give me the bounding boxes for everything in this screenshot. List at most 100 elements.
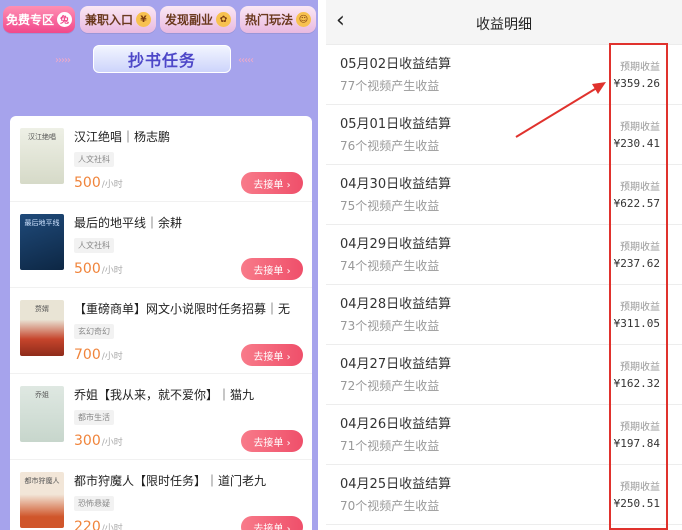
book-cover: 最后地平线: [20, 214, 64, 270]
banner-deco-right: ‹‹‹‹‹: [238, 55, 254, 66]
pill-discover-sidejob[interactable]: 发现副业 ✿: [160, 6, 236, 33]
category-bar: 免费专区 兔 兼职入口 ¥ 发现副业 ✿ 热门玩法 ☺: [0, 0, 318, 42]
book-cover: 赘婿: [20, 300, 64, 356]
expected-amount: ¥237.62: [613, 257, 660, 270]
earnings-row[interactable]: 04月30日收益结算 75个视频产生收益 预期收益 ¥622.57: [326, 165, 682, 225]
expected-label: 预期收益: [620, 182, 660, 193]
grab-order-button[interactable]: 去接单 ›: [241, 258, 303, 280]
earnings-row[interactable]: 04月25日收益结算 70个视频产生收益 预期收益 ¥250.51: [326, 465, 682, 525]
task-item[interactable]: 最后地平线 最后的地平线｜余耕 人文社科 500/小时 去接单 ›: [10, 202, 312, 288]
smile-icon: ☺: [296, 12, 311, 27]
task-price: 500/小时: [74, 261, 123, 277]
coin-icon: ¥: [136, 12, 151, 27]
book-cover: 都市狩魔人: [20, 472, 64, 528]
price-value: 700: [74, 347, 101, 363]
video-count: 76个视频产生收益: [340, 139, 440, 153]
pill-parttime-entry[interactable]: 兼职入口 ¥: [80, 6, 156, 33]
task-list: 汉江绝唱 汉江绝唱｜杨志鹏 人文社科 500/小时 去接单 › 最后地平线 最后…: [10, 116, 312, 530]
expected-label: 预期收益: [620, 242, 660, 253]
expected-amount: ¥162.32: [613, 377, 660, 390]
video-count: 70个视频产生收益: [340, 499, 440, 513]
earnings-row[interactable]: 04月29日收益结算 74个视频产生收益 预期收益 ¥237.62: [326, 225, 682, 285]
task-price: 300/小时: [74, 433, 123, 449]
grab-order-button[interactable]: 去接单 ›: [241, 344, 303, 366]
expected-amount: ¥230.41: [613, 137, 660, 150]
book-cover-text: 乔姐: [35, 391, 49, 399]
video-count: 75个视频产生收益: [340, 199, 440, 213]
section-title: 抄书任务: [127, 51, 196, 70]
settlement-date: 04月27日收益结算: [340, 357, 452, 372]
price-value: 220: [74, 519, 101, 530]
settlement-date: 04月29日收益结算: [340, 237, 452, 252]
book-cover-text: 最后地平线: [24, 219, 60, 227]
video-count: 72个视频产生收益: [340, 379, 440, 393]
price-unit: /小时: [101, 524, 123, 530]
price-unit: /小时: [101, 438, 123, 448]
section-banner: 抄书任务: [93, 45, 231, 73]
settlement-date: 04月26日收益结算: [340, 417, 452, 432]
task-title: 汉江绝唱｜杨志鹏: [74, 130, 171, 144]
settlement-date: 04月25日收益结算: [340, 477, 452, 492]
video-count: 74个视频产生收益: [340, 259, 440, 273]
pill-label: 发现副业: [164, 13, 213, 27]
expected-amount: ¥311.05: [613, 317, 660, 330]
pill-label: 兼职入口: [84, 13, 133, 27]
settlement-date: 04月28日收益结算: [340, 297, 452, 312]
task-price: 500/小时: [74, 175, 123, 191]
task-item[interactable]: 汉江绝唱 汉江绝唱｜杨志鹏 人文社科 500/小时 去接单 ›: [10, 116, 312, 202]
task-title: 乔姐【我从来，就不爱你】｜猫九: [74, 388, 255, 402]
gift-icon: ✿: [216, 12, 231, 27]
price-value: 300: [74, 433, 101, 449]
earnings-row[interactable]: 04月26日收益结算 71个视频产生收益 预期收益 ¥197.84: [326, 405, 682, 465]
pill-hot-play[interactable]: 热门玩法 ☺: [240, 6, 316, 33]
task-tag: 玄幻奇幻: [74, 324, 114, 339]
earnings-panel: ‹ 收益明细 05月02日收益结算 77个视频产生收益 预期收益 ¥359.26…: [326, 0, 682, 530]
earnings-row[interactable]: 04月28日收益结算 73个视频产生收益 预期收益 ¥311.05: [326, 285, 682, 345]
expected-label: 预期收益: [620, 62, 660, 73]
grab-order-button[interactable]: 去接单 ›: [241, 172, 303, 194]
earnings-row[interactable]: 05月01日收益结算 76个视频产生收益 预期收益 ¥230.41: [326, 105, 682, 165]
banner-deco-left: ›››››: [55, 55, 71, 66]
page-title: 收益明细: [476, 17, 532, 33]
expected-label: 预期收益: [620, 362, 660, 373]
expected-label: 预期收益: [620, 422, 660, 433]
earnings-row[interactable]: 04月27日收益结算 72个视频产生收益 预期收益 ¥162.32: [326, 345, 682, 405]
book-cover-text: 汉江绝唱: [28, 133, 56, 141]
task-title: 最后的地平线｜余耕: [74, 216, 183, 230]
video-count: 71个视频产生收益: [340, 439, 440, 453]
price-value: 500: [74, 175, 101, 191]
task-item[interactable]: 都市狩魔人 都市狩魔人【限时任务】｜道门老九 恐怖悬疑 220/小时 去接单 ›: [10, 460, 312, 530]
price-unit: /小时: [101, 180, 123, 190]
task-item[interactable]: 赘婿 【重磅商单】网文小说限时任务招募｜无 玄幻奇幻 700/小时 去接单 ›: [10, 288, 312, 374]
video-count: 77个视频产生收益: [340, 79, 440, 93]
book-cover-text: 都市狩魔人: [24, 477, 60, 485]
task-tag: 人文社科: [74, 152, 114, 167]
book-cover: 汉江绝唱: [20, 128, 64, 184]
video-count: 73个视频产生收益: [340, 319, 440, 333]
settlement-date: 05月02日收益结算: [340, 57, 452, 72]
expected-amount: ¥622.57: [613, 197, 660, 210]
task-price: 220/小时: [74, 519, 123, 530]
task-title: 【重磅商单】网文小说限时任务招募｜无: [74, 302, 291, 316]
settlement-date: 05月01日收益结算: [340, 117, 452, 132]
settlement-date: 04月30日收益结算: [340, 177, 452, 192]
price-value: 500: [74, 261, 101, 277]
book-cover-text: 赘婿: [35, 305, 49, 313]
expected-label: 预期收益: [620, 122, 660, 133]
expected-label: 预期收益: [620, 302, 660, 313]
expected-amount: ¥359.26: [613, 77, 660, 90]
pill-free-zone[interactable]: 免费专区 兔: [3, 6, 75, 33]
task-tag: 恐怖悬疑: [74, 496, 114, 511]
earnings-row[interactable]: 05月02日收益结算 77个视频产生收益 预期收益 ¥359.26: [326, 45, 682, 105]
expected-amount: ¥197.84: [613, 437, 660, 450]
price-unit: /小时: [101, 352, 123, 362]
expected-label: 预期收益: [620, 482, 660, 493]
pill-label: 热门玩法: [244, 13, 293, 27]
pill-label: 免费专区: [5, 13, 54, 27]
grab-order-button[interactable]: 去接单 ›: [241, 516, 303, 530]
task-tag: 人文社科: [74, 238, 114, 253]
task-title: 都市狩魔人【限时任务】｜道门老九: [74, 474, 267, 488]
task-tag: 都市生活: [74, 410, 114, 425]
grab-order-button[interactable]: 去接单 ›: [241, 430, 303, 452]
task-item[interactable]: 乔姐 乔姐【我从来，就不爱你】｜猫九 都市生活 300/小时 去接单 ›: [10, 374, 312, 460]
